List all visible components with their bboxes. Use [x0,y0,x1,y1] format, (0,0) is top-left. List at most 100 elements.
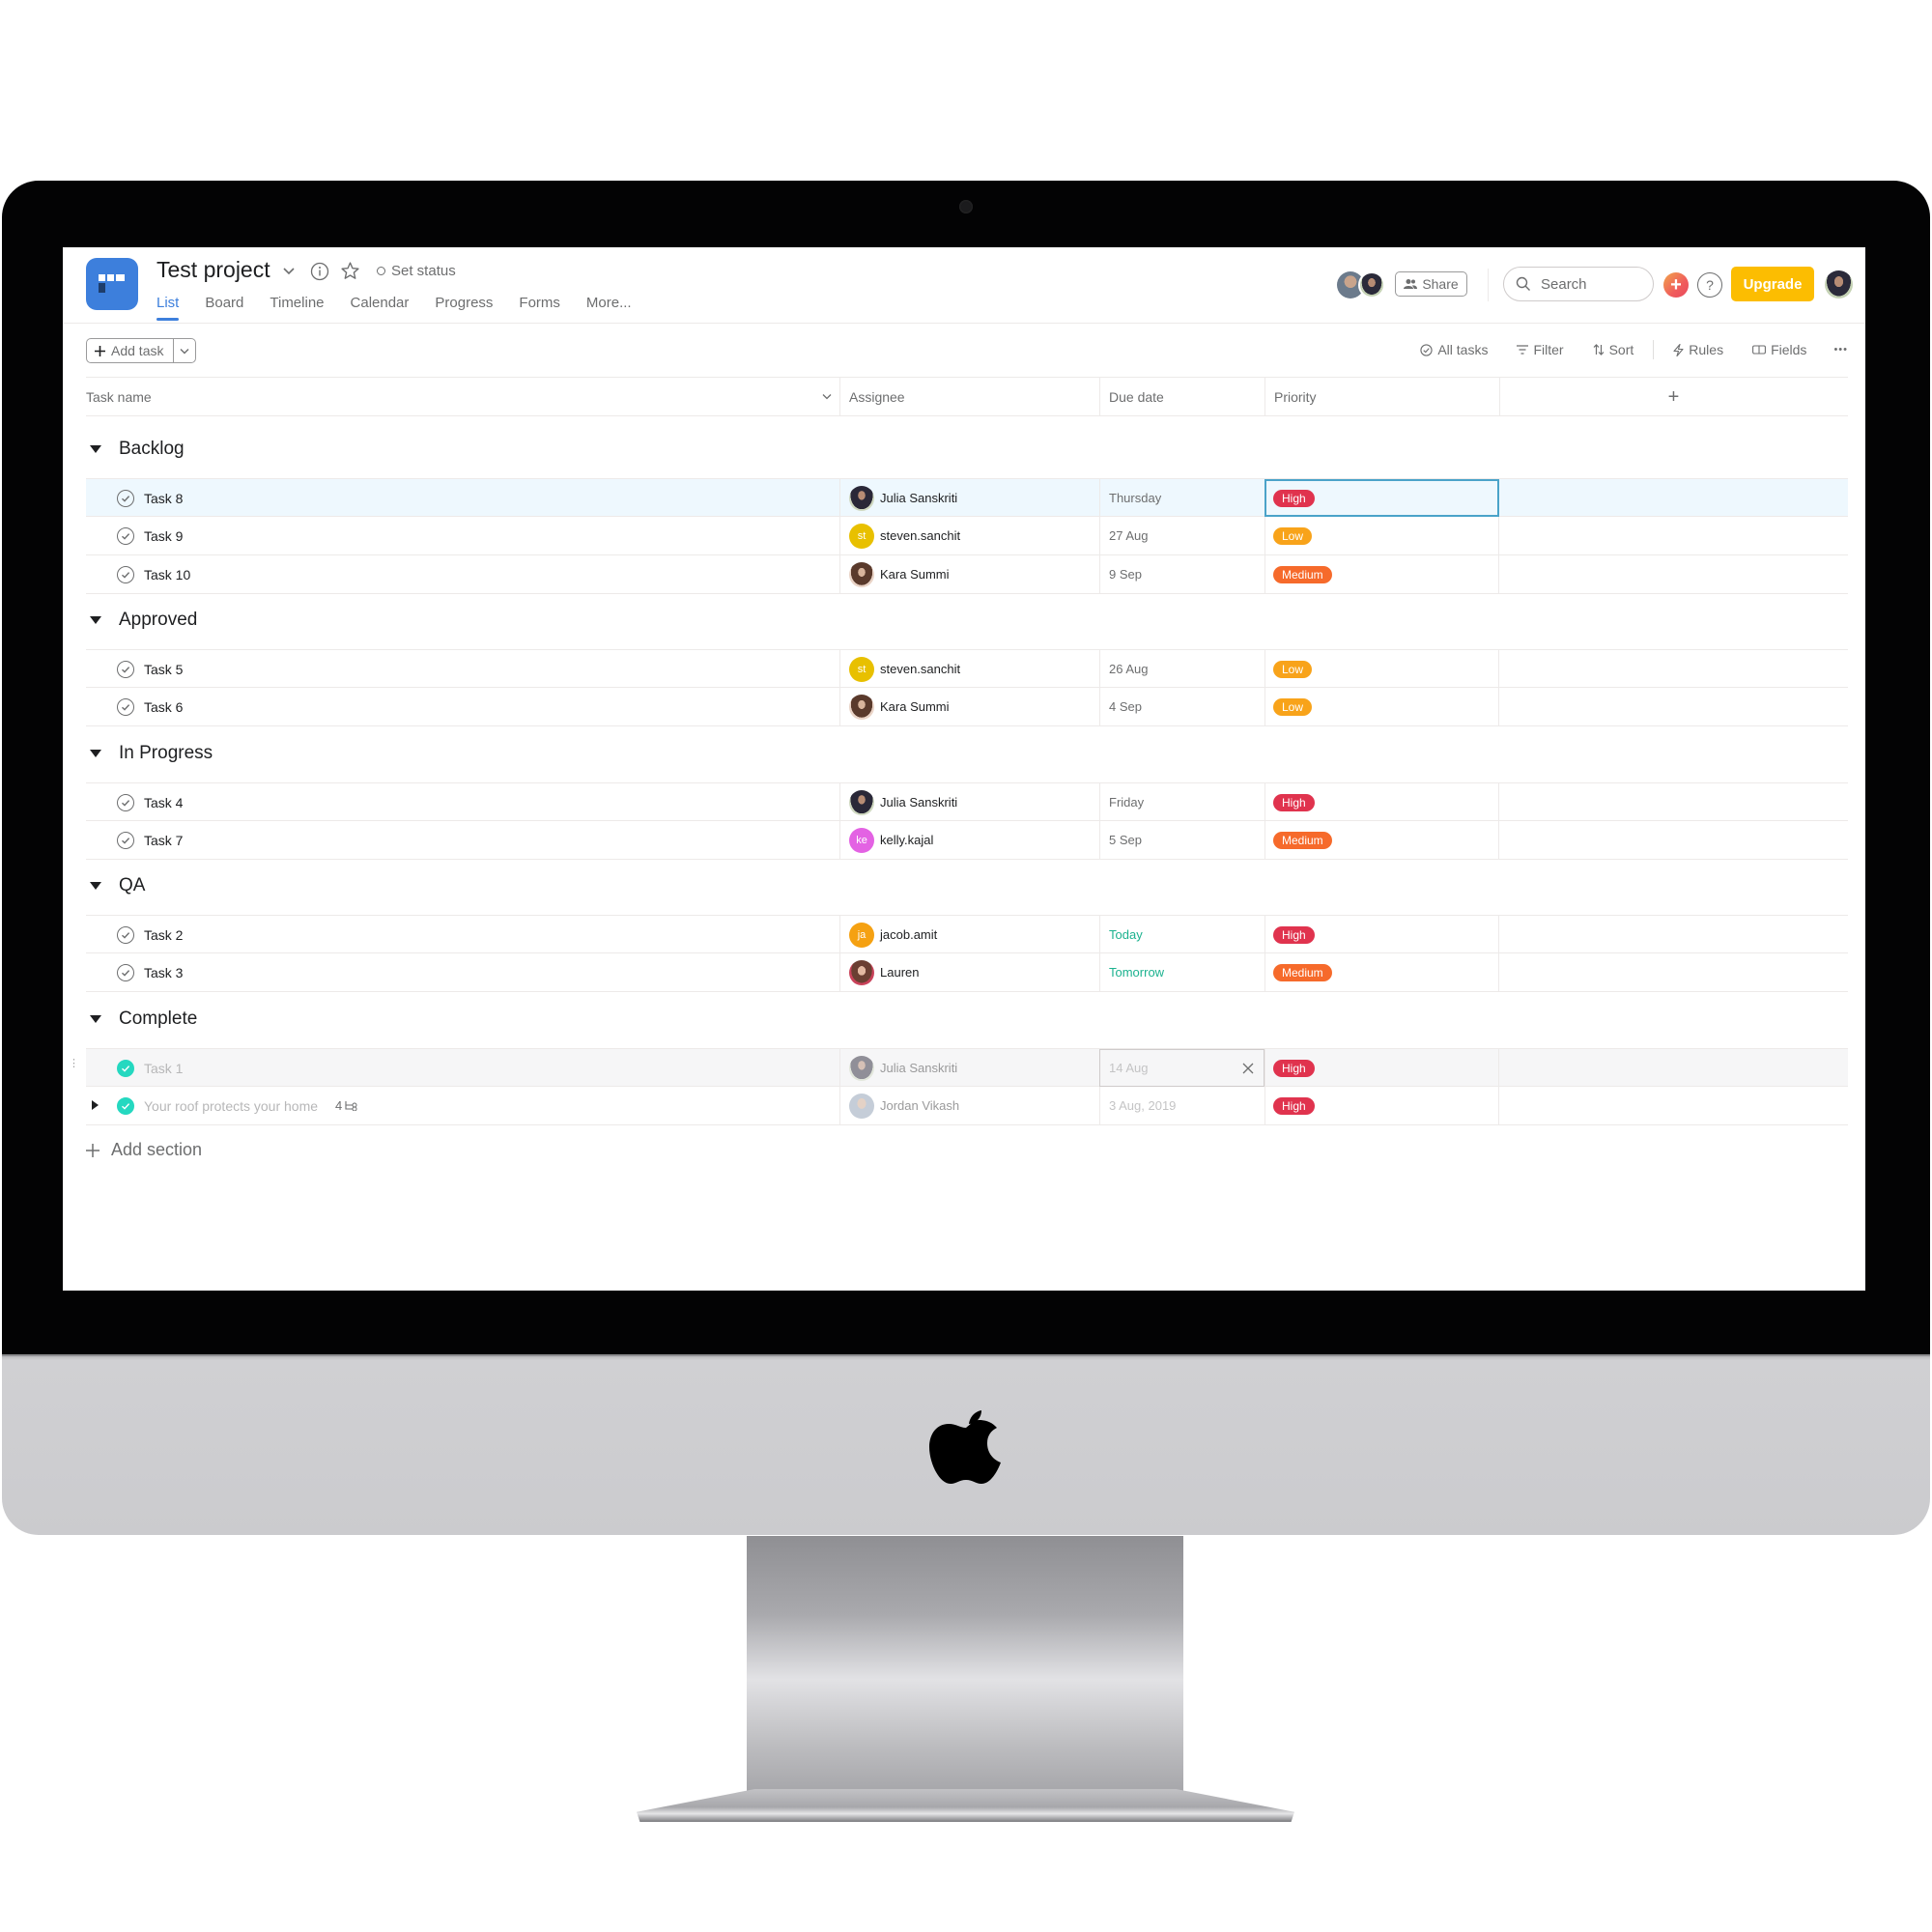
rules-button[interactable]: Rules [1673,342,1723,357]
project-title[interactable]: Test project [156,257,270,283]
complete-checkbox[interactable] [117,660,134,678]
collapse-triangle-icon[interactable] [90,750,101,757]
task-name-cell[interactable]: Task 4 [86,783,839,821]
search-input[interactable]: Search [1503,267,1654,301]
help-button[interactable]: ? [1697,272,1722,298]
collapse-triangle-icon[interactable] [90,882,101,890]
upgrade-button[interactable]: Upgrade [1731,267,1814,301]
priority-cell[interactable]: High [1264,783,1499,821]
set-status-button[interactable]: Set status [377,263,456,279]
task-row[interactable]: Task 9 st steven.sanchit 27 Aug Low [86,517,1848,555]
task-name[interactable]: Task 6 [144,699,183,715]
column-header-priority[interactable]: Priority [1264,378,1499,416]
due-date-cell[interactable]: 4 Sep [1099,688,1264,725]
assignee-cell[interactable]: st steven.sanchit [839,650,1099,688]
add-column-button[interactable]: + [1499,378,1848,416]
info-icon[interactable] [310,262,329,281]
add-section-button[interactable]: Add section [86,1140,202,1160]
task-row[interactable]: Task 3 Lauren Tomorrow Medium [86,953,1848,992]
task-row[interactable]: Task 10 Kara Summi 9 Sep Medium [86,555,1848,594]
priority-cell[interactable]: Medium [1264,953,1499,991]
due-date-cell[interactable]: 14 Aug [1099,1049,1264,1087]
add-task-button[interactable]: Add task [87,339,175,362]
priority-cell[interactable]: High [1264,479,1499,517]
collapse-triangle-icon[interactable] [90,616,101,624]
column-header-task-name[interactable]: Task name [86,378,839,416]
task-name[interactable]: Task 8 [144,491,183,506]
collapse-triangle-icon[interactable] [90,445,101,453]
completed-checkbox[interactable] [117,1096,134,1115]
task-name[interactable]: Task 2 [144,927,183,943]
task-name-cell[interactable]: Task 2 [86,916,839,953]
task-name[interactable]: Your roof protects your home [144,1098,318,1114]
assignee-cell[interactable]: ja jacob.amit [839,916,1099,953]
task-name[interactable]: Task 10 [144,567,190,582]
task-row[interactable]: Task 4 Julia Sanskriti Friday High [86,782,1848,821]
due-date-cell[interactable]: 3 Aug, 2019 [1099,1087,1264,1124]
task-name-cell[interactable]: Task 6 [86,688,839,725]
tab-calendar[interactable]: Calendar [351,295,410,319]
due-date-cell[interactable]: 26 Aug [1099,650,1264,688]
assignee-cell[interactable]: st steven.sanchit [839,517,1099,554]
tab-more[interactable]: More... [586,295,632,319]
due-date-cell[interactable]: Friday [1099,783,1264,821]
quick-add-button[interactable]: + [1663,272,1689,298]
task-row[interactable]: Task 7 ke kelly.kajal 5 Sep Medium [86,821,1848,860]
all-tasks-button[interactable]: All tasks [1420,342,1488,357]
task-row[interactable]: Your roof protects your home 4 Jordan Vika… [86,1087,1848,1125]
column-header-due-date[interactable]: Due date [1099,378,1264,416]
section-header[interactable]: Approved [86,606,197,635]
assignee-cell[interactable]: Julia Sanskriti [839,1049,1099,1087]
complete-checkbox[interactable] [117,526,134,545]
priority-cell[interactable]: Low [1264,688,1499,725]
task-name-cell[interactable]: Task 3 [86,953,839,991]
filter-button[interactable]: Filter [1517,342,1564,357]
due-date-cell[interactable]: 5 Sep [1099,821,1264,859]
assignee-cell[interactable]: ke kelly.kajal [839,821,1099,859]
assignee-cell[interactable]: Julia Sanskriti [839,783,1099,821]
tab-progress[interactable]: Progress [435,295,493,319]
due-date-cell[interactable]: 9 Sep [1099,555,1264,593]
complete-checkbox[interactable] [117,831,134,849]
member-avatar-2[interactable] [1358,271,1385,298]
assignee-cell[interactable]: Kara Summi [839,555,1099,593]
task-name-cell[interactable]: Your roof protects your home 4 [86,1087,839,1124]
priority-cell[interactable]: Medium [1264,555,1499,593]
task-name[interactable]: Task 4 [144,795,183,810]
clear-date-icon[interactable] [1242,1063,1254,1074]
complete-checkbox[interactable] [117,565,134,583]
priority-cell[interactable]: High [1264,1087,1499,1124]
assignee-cell[interactable]: Kara Summi [839,688,1099,725]
section-header[interactable]: QA [86,871,145,900]
due-date-cell[interactable]: Thursday [1099,479,1264,517]
complete-checkbox[interactable] [117,489,134,507]
chevron-down-icon[interactable] [282,267,296,276]
task-name[interactable]: Task 5 [144,662,183,677]
complete-checkbox[interactable] [117,925,134,944]
task-row[interactable]: Task 2 ja jacob.amit Today High [86,915,1848,953]
task-name-cell[interactable]: Task 10 [86,555,839,593]
task-name-cell[interactable]: Task 1 [86,1049,839,1087]
fields-button[interactable]: Fields [1752,342,1806,357]
sort-button[interactable]: Sort [1593,342,1634,357]
task-row[interactable]: ⋮⋮ Task 1 Julia Sanskriti 14 Aug High [63,1048,1848,1087]
task-row[interactable]: Task 8 Julia Sanskriti Thursday High [86,478,1848,517]
drag-handle-icon[interactable]: ⋮⋮ [63,1059,80,1069]
due-date-cell[interactable]: Today [1099,916,1264,953]
star-icon[interactable] [340,261,360,281]
task-row[interactable]: Task 5 st steven.sanchit 26 Aug Low [86,649,1848,688]
priority-cell[interactable]: Low [1264,650,1499,688]
task-row[interactable]: Task 6 Kara Summi 4 Sep Low [86,688,1848,726]
collapse-triangle-icon[interactable] [90,1015,101,1023]
tab-forms[interactable]: Forms [519,295,560,319]
assignee-cell[interactable]: Julia Sanskriti [839,479,1099,517]
due-date-cell[interactable]: Tomorrow [1099,953,1264,991]
task-name[interactable]: Task 3 [144,965,183,980]
column-header-assignee[interactable]: Assignee [839,378,1099,416]
chevron-down-icon[interactable] [822,393,832,400]
add-task-dropdown[interactable] [174,339,195,362]
section-header[interactable]: In Progress [86,739,213,768]
task-name[interactable]: Task 9 [144,528,183,544]
tab-board[interactable]: Board [205,295,243,319]
section-header[interactable]: Backlog [86,435,185,464]
